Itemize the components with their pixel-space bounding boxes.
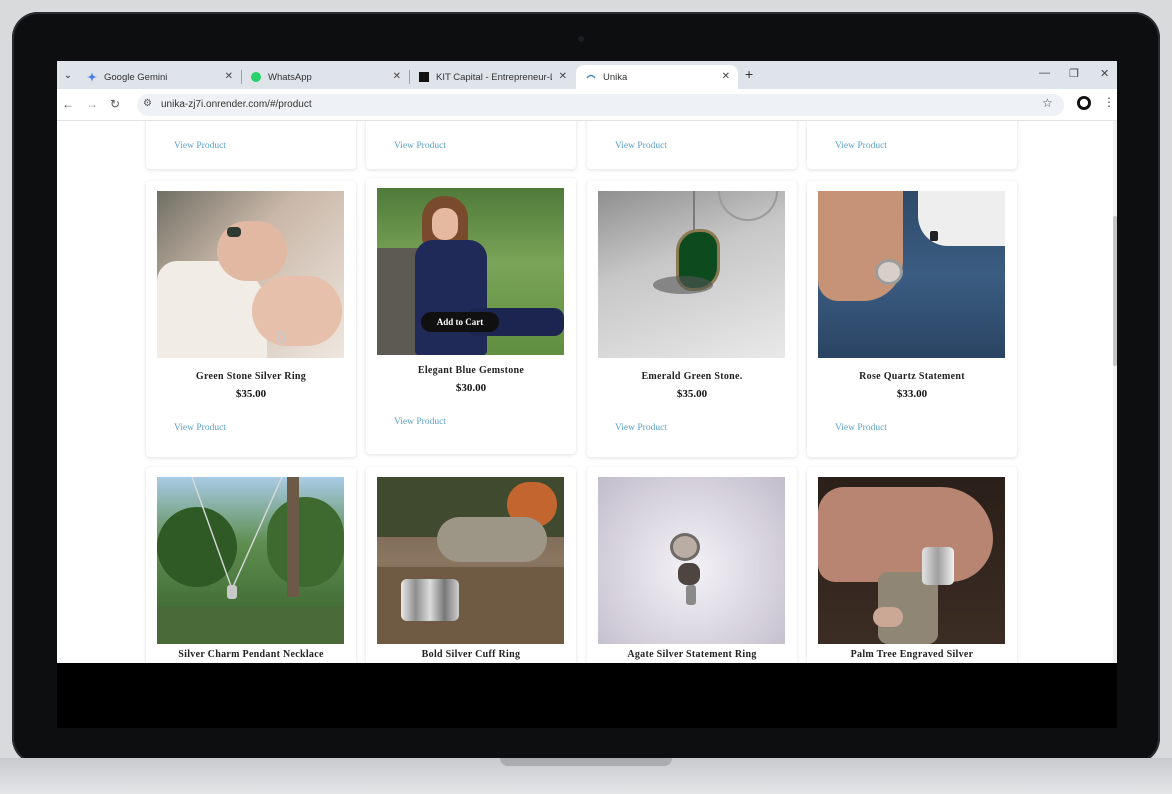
reload-icon[interactable]: ↻ — [110, 97, 120, 111]
view-product-link[interactable]: View Product — [394, 141, 446, 151]
tab-google-gemini[interactable]: Google Gemini ✕ — [77, 65, 242, 89]
product-card: View Product — [366, 121, 576, 169]
tab-search-button[interactable]: ⌄ — [59, 66, 77, 84]
product-card: View Product — [807, 121, 1017, 169]
tab-unika[interactable]: Unika ✕ — [576, 65, 738, 89]
view-product-link[interactable]: View Product — [835, 141, 887, 151]
product-card-green-stone-ring[interactable]: Green Stone Silver Ring $35.00 View Prod… — [146, 181, 356, 457]
scrollbar-thumb[interactable] — [1113, 216, 1117, 366]
product-card: View Product — [146, 121, 356, 169]
tab-whatsapp[interactable]: WhatsApp ✕ — [241, 65, 410, 89]
close-icon[interactable]: ✕ — [559, 71, 567, 82]
product-image[interactable] — [377, 477, 564, 644]
product-image[interactable] — [157, 477, 344, 644]
toolbar: ← → ↻ ⚙ unika-zj7i.onrender.com/#/produc… — [57, 89, 1117, 121]
product-image[interactable] — [818, 191, 1005, 358]
product-card-bold-silver-cuff-ring[interactable]: Bold Silver Cuff Ring — [366, 467, 576, 663]
view-product-link[interactable]: View Product — [394, 417, 446, 427]
product-image[interactable] — [598, 191, 785, 358]
product-card-agate-silver-ring[interactable]: Agate Silver Statement Ring — [587, 467, 797, 663]
address-bar[interactable]: ⚙ unika-zj7i.onrender.com/#/product — [137, 94, 1064, 116]
product-page: View Product View Product View Product V… — [57, 121, 1117, 663]
add-to-cart-button[interactable]: Add to Cart — [421, 312, 499, 332]
whatsapp-icon — [251, 72, 261, 82]
view-product-link[interactable]: View Product — [174, 141, 226, 151]
bookmark-star-icon[interactable]: ☆ — [1042, 96, 1053, 110]
product-card-rose-quartz-statement[interactable]: Rose Quartz Statement $33.00 View Produc… — [807, 181, 1017, 457]
view-product-link[interactable]: View Product — [835, 423, 887, 433]
product-card-elegant-blue-gemstone[interactable]: Add to Cart Elegant Blue Gemstone $30.00… — [366, 178, 576, 454]
product-card-emerald-green-stone[interactable]: Emerald Green Stone. $35.00 View Product — [587, 181, 797, 457]
tab-bar: ⌄ Google Gemini ✕ WhatsApp ✕ KIT Capital… — [57, 61, 1117, 89]
back-icon[interactable]: ← — [62, 97, 74, 111]
product-image[interactable] — [157, 191, 344, 358]
tab-kit-capital[interactable]: KIT Capital - Entrepreneur-Led ✕ — [409, 65, 575, 89]
gemini-icon — [87, 72, 97, 82]
new-tab-button[interactable]: + — [745, 66, 753, 82]
unika-icon — [586, 72, 596, 82]
view-product-link[interactable]: View Product — [615, 141, 667, 151]
product-image[interactable] — [598, 477, 785, 644]
screen: ⌄ Google Gemini ✕ WhatsApp ✕ KIT Capital… — [57, 61, 1117, 728]
view-product-link[interactable]: View Product — [615, 423, 667, 433]
site-info-icon[interactable]: ⚙ — [143, 98, 152, 109]
view-product-link[interactable]: View Product — [174, 423, 226, 433]
extension-icon[interactable]: ⬤ — [1077, 96, 1091, 110]
scrollbar-track[interactable] — [1113, 121, 1117, 663]
forward-icon[interactable]: → — [86, 97, 98, 111]
product-image[interactable] — [818, 477, 1005, 644]
close-window-icon[interactable]: ✕ — [1100, 67, 1109, 80]
product-card-silver-charm-pendant[interactable]: Silver Charm Pendant Necklace — [146, 467, 356, 663]
restore-icon[interactable]: ❐ — [1069, 67, 1079, 80]
product-card-palm-tree-engraved-silver[interactable]: Palm Tree Engraved Silver — [807, 467, 1017, 663]
menu-kebab-icon[interactable]: ⋮ — [1103, 95, 1115, 109]
close-icon[interactable]: ✕ — [225, 71, 233, 82]
product-card: View Product — [587, 121, 797, 169]
kit-capital-icon — [419, 72, 429, 82]
webcam — [578, 36, 584, 42]
minimize-icon[interactable]: — — [1039, 67, 1050, 79]
close-icon[interactable]: ✕ — [393, 71, 401, 82]
close-icon[interactable]: ✕ — [722, 71, 730, 82]
